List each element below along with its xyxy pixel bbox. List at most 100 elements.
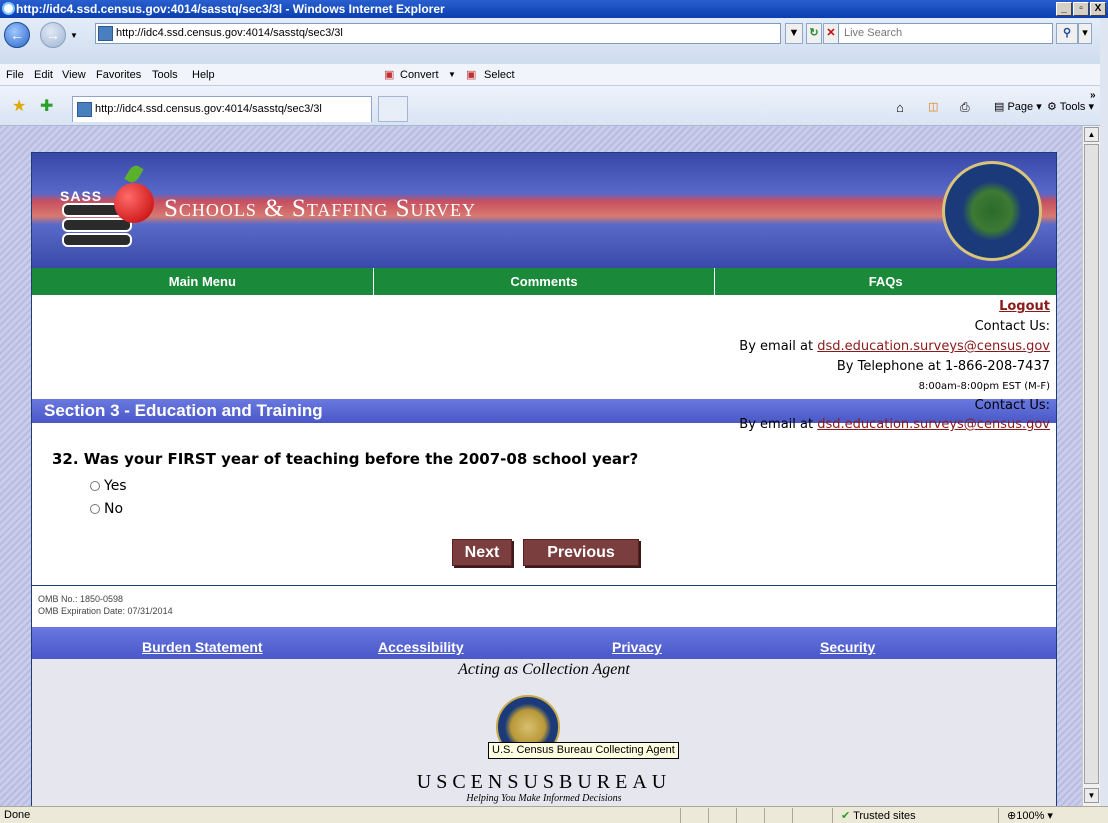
forward-button[interactable]: → xyxy=(40,22,66,48)
refresh-icon[interactable]: ↻ xyxy=(806,23,822,44)
privacy-link[interactable]: Privacy xyxy=(612,639,662,655)
back-button[interactable]: ← xyxy=(4,22,30,48)
census-tagline: Helping You Make Informed Decisions xyxy=(466,793,622,804)
footer-nav: Burden Statement Accessibility Privacy S… xyxy=(32,627,1056,659)
previous-button[interactable]: Previous xyxy=(523,539,639,566)
nav-comments[interactable]: Comments xyxy=(374,268,716,295)
footer: Acting as Collection Agent U.S. Census B… xyxy=(32,659,1056,806)
page-viewport: SASS Schools & Staffing Survey Main Menu… xyxy=(0,126,1082,806)
history-dropdown-icon[interactable]: ▼ xyxy=(70,31,78,40)
contact-heading-repeat: Contact Us: xyxy=(974,398,1050,413)
zone-label: Trusted sites xyxy=(853,810,916,822)
page-menu[interactable]: ▤ Page ▾ xyxy=(994,100,1042,113)
zoom-icon: ⊕ xyxy=(1007,810,1017,822)
search-icon[interactable]: ⚲ xyxy=(1056,23,1078,44)
page-favicon-icon xyxy=(98,26,113,41)
security-zone[interactable]: ✔ Trusted sites xyxy=(832,808,998,823)
main-nav: Main Menu Comments FAQs xyxy=(32,268,1056,295)
nav-main-menu[interactable]: Main Menu xyxy=(32,268,374,295)
tools-menu[interactable]: ⚙ Tools ▾ xyxy=(1047,100,1094,113)
stop-icon[interactable]: ✕ xyxy=(823,23,839,44)
print-icon[interactable]: ⎙ xyxy=(960,100,970,115)
accessibility-link[interactable]: Accessibility xyxy=(378,639,464,655)
menu-bar: File Edit View Favorites Tools Help ▣ Co… xyxy=(0,64,1108,86)
menu-view[interactable]: View xyxy=(62,64,86,86)
menu-help[interactable]: Help xyxy=(192,64,215,86)
option-yes-label: Yes xyxy=(104,478,127,494)
omb-expiration: OMB Expiration Date: 07/31/2014 xyxy=(38,606,173,616)
browser-tab[interactable]: http://idc4.ssd.census.gov:4014/sasstq/s… xyxy=(72,96,372,122)
menu-favorites[interactable]: Favorites xyxy=(96,64,141,86)
seal-tooltip: U.S. Census Bureau Collecting Agent xyxy=(488,742,679,759)
census-bureau-logo-text: USCENSUSBUREAU xyxy=(416,771,672,793)
survey-page: SASS Schools & Staffing Survey Main Menu… xyxy=(31,152,1057,806)
status-bar: Done ✔ Trusted sites ⊕100% ▾ xyxy=(0,806,1108,823)
address-text: http://idc4.ssd.census.gov:4014/sasstq/s… xyxy=(116,27,343,39)
search-input[interactable]: Live Search xyxy=(838,23,1053,44)
next-button[interactable]: Next xyxy=(452,539,512,566)
scroll-thumb[interactable] xyxy=(1084,144,1099,784)
contact-email-line-repeat: By email at dsd.education.surveys@census… xyxy=(739,417,1050,432)
restore-button[interactable]: ▫ xyxy=(1073,2,1089,16)
select-icon: ▣ xyxy=(466,69,477,81)
new-tab-button[interactable] xyxy=(378,96,408,122)
omb-info: OMB No.: 1850-0598 OMB Expiration Date: … xyxy=(38,593,173,617)
option-no-label: No xyxy=(104,501,124,517)
convert-dropdown-icon[interactable]: ▼ xyxy=(448,64,456,86)
divider xyxy=(32,585,1056,586)
scroll-down-arrow-icon[interactable]: ▼ xyxy=(1084,788,1099,803)
select-button[interactable]: Select xyxy=(484,64,515,86)
status-cell xyxy=(764,808,792,823)
zoom-control[interactable]: ⊕100% ▾ xyxy=(998,808,1084,823)
email-link-repeat[interactable]: dsd.education.surveys@census.gov xyxy=(817,417,1050,432)
ie-logo-icon xyxy=(2,2,15,15)
convert-button[interactable]: Convert xyxy=(400,64,439,86)
tab-favicon-icon xyxy=(77,102,92,117)
option-no[interactable]: No xyxy=(90,501,123,517)
option-yes[interactable]: Yes xyxy=(90,478,127,494)
search-placeholder: Live Search xyxy=(844,27,903,39)
menu-edit[interactable]: Edit xyxy=(34,64,53,86)
radio-no[interactable] xyxy=(90,504,100,514)
logout-link[interactable]: Logout xyxy=(999,297,1050,317)
add-favorites-icon[interactable]: ✚ xyxy=(40,96,53,116)
department-of-education-seal xyxy=(942,161,1042,261)
sass-logo-text: SASS xyxy=(60,188,103,204)
minimize-button[interactable]: _ xyxy=(1056,2,1072,16)
page-icon: ▤ xyxy=(994,101,1008,113)
security-link[interactable]: Security xyxy=(820,639,875,655)
apple-leaf-icon xyxy=(124,163,144,185)
status-text: Done xyxy=(4,809,31,821)
nav-faqs[interactable]: FAQs xyxy=(715,268,1056,295)
search-options-button[interactable]: ▾ xyxy=(1078,23,1092,44)
close-window-button[interactable]: X xyxy=(1090,2,1106,16)
address-bar[interactable]: http://idc4.ssd.census.gov:4014/sasstq/s… xyxy=(95,23,781,44)
vertical-scrollbar[interactable]: ▲ ▼ xyxy=(1082,126,1100,806)
survey-banner: SASS Schools & Staffing Survey xyxy=(32,153,1056,268)
menu-file[interactable]: File xyxy=(6,64,24,86)
contact-telephone: By Telephone at 1-866-208-7437 xyxy=(836,359,1050,374)
home-icon[interactable]: ⌂ xyxy=(896,100,904,115)
email-link[interactable]: dsd.education.surveys@census.gov xyxy=(817,339,1050,354)
radio-yes[interactable] xyxy=(90,481,100,491)
window-edge xyxy=(1100,18,1108,806)
question-text: 32. Was your FIRST year of teaching befo… xyxy=(52,450,639,468)
tab-bar: ★ ✚ http://idc4.ssd.census.gov:4014/sass… xyxy=(0,86,1108,126)
status-cell xyxy=(792,808,832,823)
address-toolbar: ← → ▼ http://idc4.ssd.census.gov:4014/sa… xyxy=(0,18,1108,64)
zoom-level: 100% xyxy=(1016,810,1045,822)
tools-label: Tools xyxy=(1059,101,1086,113)
menu-tools[interactable]: Tools xyxy=(152,64,178,86)
address-dropdown-button[interactable]: ▼ xyxy=(785,23,803,44)
page-label: Page xyxy=(1007,101,1034,113)
feeds-icon[interactable]: ◫ xyxy=(928,100,938,113)
status-cell xyxy=(736,808,764,823)
scroll-up-arrow-icon[interactable]: ▲ xyxy=(1084,127,1099,142)
chevron-more-icon[interactable]: » xyxy=(1090,90,1096,101)
collection-agent-text: Acting as Collection Agent xyxy=(458,661,630,678)
burden-statement-link[interactable]: Burden Statement xyxy=(142,639,263,655)
omb-number: OMB No.: 1850-0598 xyxy=(38,594,124,604)
status-cell xyxy=(680,808,708,823)
favorites-star-icon[interactable]: ★ xyxy=(12,96,26,116)
contact-heading: Contact Us: xyxy=(974,319,1050,334)
